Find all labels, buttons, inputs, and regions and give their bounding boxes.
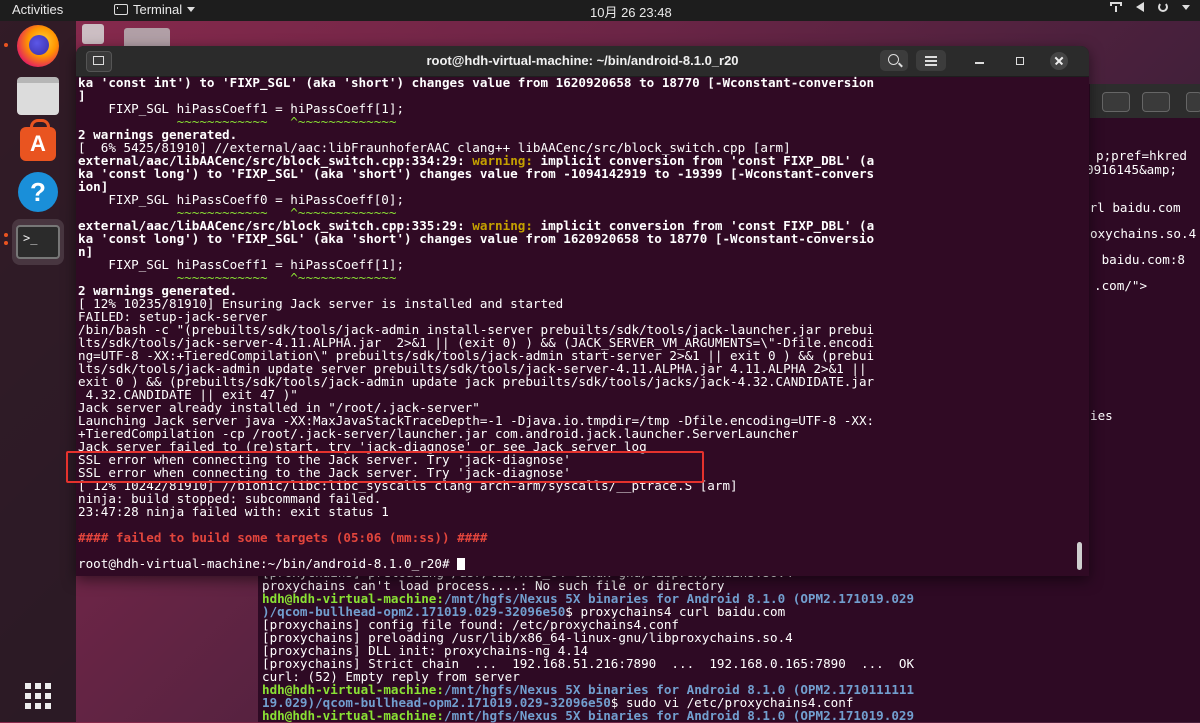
- background-text-fragment: p;pref=hkred: [1096, 148, 1187, 163]
- background-text-fragment: .com/">: [1094, 278, 1148, 293]
- prompt-line[interactable]: root@hdh-virtual-machine:~/bin/android-8…: [78, 557, 1074, 570]
- files-icon: [17, 77, 59, 115]
- background-text-fragment: oxychains.so.4: [1090, 226, 1197, 241]
- terminal-icon: >_: [16, 225, 60, 259]
- app-menu[interactable]: Terminal: [114, 2, 196, 17]
- activities-button[interactable]: Activities: [12, 2, 63, 17]
- maximize-icon[interactable]: [1012, 53, 1028, 69]
- desktop-icon[interactable]: [82, 24, 104, 44]
- running-indicator: [4, 43, 8, 47]
- background-terminal-output: [proxychains] preloading /usr/lib/x86_64…: [262, 566, 1198, 722]
- text-cursor: [457, 558, 466, 570]
- system-tray[interactable]: [1110, 2, 1190, 12]
- minimize-icon[interactable]: [972, 53, 988, 69]
- dock-help[interactable]: ?: [12, 169, 64, 215]
- dock-firefox[interactable]: [4, 23, 64, 69]
- background-search-icon[interactable]: [1102, 92, 1130, 112]
- background-text-fragment: ies: [1090, 408, 1113, 423]
- network-icon[interactable]: [1110, 2, 1122, 12]
- terminal-small-icon: [114, 4, 128, 15]
- annotation-highlight-box: [66, 451, 704, 483]
- background-terminal-line: hdh@hdh-virtual-machine:/mnt/hgfs/Nexus …: [262, 708, 915, 723]
- running-indicator: [4, 233, 8, 237]
- firefox-icon: [17, 25, 59, 67]
- background-menu-icon[interactable]: [1142, 92, 1170, 112]
- background-text-fragment: url baidu.com: [1082, 200, 1181, 215]
- system-menu-chevron-icon[interactable]: [1182, 4, 1190, 10]
- background-text-fragment: baidu.com:8: [1094, 252, 1185, 267]
- background-text-fragment: 0916145&amp;: [1086, 162, 1177, 177]
- terminal-output[interactable]: ka 'const int') to 'FIXP_SGL' (aka 'shor…: [78, 76, 1074, 574]
- terminal-line: 23:47:28 ninja failed with: exit status …: [78, 504, 389, 519]
- dock: A ? >_: [0, 21, 76, 722]
- search-icon[interactable]: [880, 50, 908, 71]
- terminal-line: ka 'const long') to 'FIXP_SGL' (aka 'sho…: [78, 166, 875, 181]
- top-bar: Activities Terminal 10月 26 23:48: [0, 0, 1200, 21]
- app-menu-label: Terminal: [133, 2, 183, 17]
- dock-files[interactable]: [12, 73, 64, 119]
- dock-terminal[interactable]: >_: [4, 219, 64, 265]
- volume-icon[interactable]: [1136, 2, 1144, 12]
- chevron-down-icon: [187, 7, 196, 12]
- software-store-icon: A: [20, 119, 56, 161]
- scrollbar[interactable]: [1077, 542, 1082, 570]
- dock-software[interactable]: A: [12, 119, 64, 167]
- close-icon[interactable]: [1050, 52, 1068, 70]
- show-applications-icon: [25, 683, 51, 709]
- terminal-line: ka 'const long') to 'FIXP_SGL' (aka 'sho…: [78, 231, 875, 246]
- terminal-line: ka 'const int') to 'FIXP_SGL' (aka 'shor…: [78, 75, 875, 90]
- background-minimize-icon[interactable]: [1186, 92, 1200, 112]
- help-icon: ?: [18, 172, 58, 212]
- power-icon[interactable]: [1158, 2, 1168, 12]
- hamburger-menu-icon[interactable]: [916, 50, 946, 71]
- clock[interactable]: 10月 26 23:48: [590, 2, 672, 21]
- dock-show-applications[interactable]: [12, 673, 64, 719]
- terminal-line: #### failed to build some targets (05:06…: [78, 530, 488, 545]
- running-indicator: [4, 241, 8, 245]
- title-bar[interactable]: root@hdh-virtual-machine: ~/bin/android-…: [76, 46, 1089, 77]
- terminal-window[interactable]: root@hdh-virtual-machine: ~/bin/android-…: [76, 46, 1089, 576]
